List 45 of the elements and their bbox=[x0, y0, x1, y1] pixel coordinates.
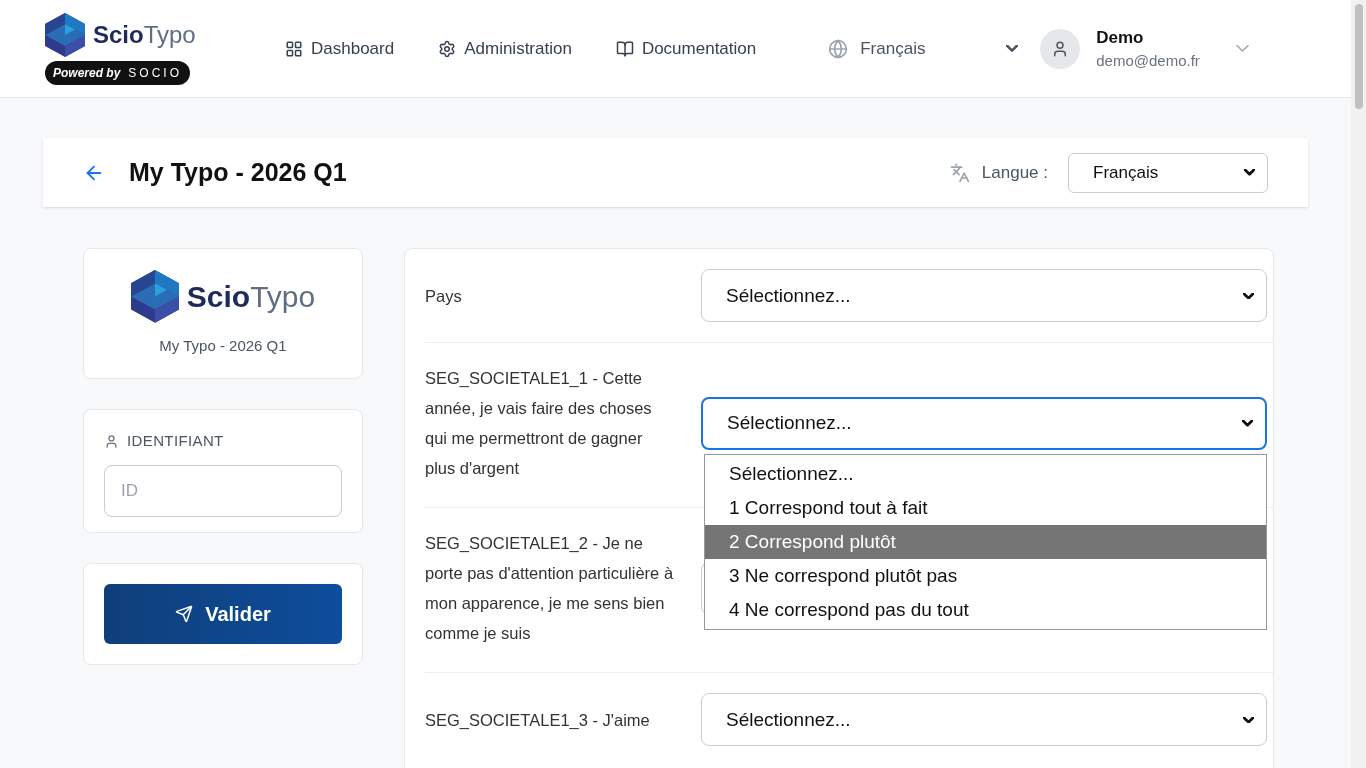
select-field[interactable]: Sélectionnez... bbox=[701, 693, 1267, 747]
globe-icon bbox=[828, 38, 849, 59]
chevron-down-icon bbox=[1244, 169, 1255, 176]
chevron-down-icon bbox=[1243, 292, 1254, 300]
question-label: SEG_SOCIETALE1_1 - Cette année, je vais faire des choses qui me permettront de gagner plus d'argent bbox=[425, 368, 653, 480]
chevron-down-icon bbox=[1242, 420, 1253, 427]
field-label: IDENTIFIANT bbox=[127, 431, 224, 452]
user-menu[interactable]: Demo demo@demo.fr bbox=[1040, 24, 1249, 73]
page-title: My Typo - 2026 Q1 bbox=[129, 156, 347, 188]
settings-icon bbox=[438, 39, 457, 58]
question-label: Pays bbox=[425, 285, 463, 307]
logo-wordmark: ScioTypo bbox=[186, 281, 316, 312]
user-icon bbox=[104, 434, 119, 450]
dropdown-option[interactable]: Sélectionnez... bbox=[705, 456, 1266, 491]
chevron-down-icon bbox=[1243, 716, 1254, 724]
question-label: SEG_SOCIETALE1_3 - J'aime bbox=[425, 709, 651, 731]
logo-wordmark: ScioTypo bbox=[93, 22, 196, 47]
chevron-down-icon bbox=[1235, 44, 1249, 53]
logo-caption: My Typo - 2026 Q1 bbox=[159, 335, 287, 356]
language-label: Langue : bbox=[981, 161, 1048, 184]
language-dropdown[interactable]: Français bbox=[1068, 152, 1268, 193]
hexagon-logo-icon bbox=[45, 12, 85, 57]
dropdown-option[interactable]: 4 Ne correspond pas du tout bbox=[705, 592, 1266, 627]
validate-button[interactable]: Valider bbox=[104, 584, 342, 645]
translate-icon bbox=[949, 162, 970, 183]
dropdown-option[interactable]: 1 Correspond tout à fait bbox=[705, 490, 1266, 525]
select-field[interactable]: Sélectionnez... bbox=[701, 396, 1267, 450]
dropdown-option[interactable]: 3 Ne correspond plutôt pas bbox=[705, 558, 1266, 593]
nav-link[interactable]: Administration bbox=[438, 35, 572, 62]
select-field[interactable]: Sélectionnez... bbox=[701, 269, 1267, 323]
language-select[interactable]: Français bbox=[828, 35, 1019, 62]
user-email: demo@demo.fr bbox=[1096, 51, 1200, 71]
nav-link[interactable]: Documentation bbox=[615, 35, 757, 62]
grid-icon bbox=[285, 39, 303, 58]
question-label: SEG_SOCIETALE1_2 - Je ne porte pas d'attention particulière à mon apparence, je me sens bien comme je suis bbox=[425, 533, 675, 645]
hexagon-logo-icon bbox=[130, 270, 179, 323]
chevron-down-icon bbox=[1006, 45, 1019, 52]
book-icon bbox=[615, 39, 634, 58]
id-input[interactable]: ID bbox=[104, 464, 342, 517]
dropdown-option[interactable]: 2 Correspond plutôt bbox=[705, 524, 1266, 559]
send-icon bbox=[175, 605, 194, 624]
powered-by-badge: Powered by SOCIO bbox=[45, 60, 191, 85]
nav-link[interactable]: Dashboard bbox=[285, 35, 395, 62]
scrollbar[interactable] bbox=[1351, 0, 1366, 768]
user-name: Demo bbox=[1096, 26, 1145, 49]
